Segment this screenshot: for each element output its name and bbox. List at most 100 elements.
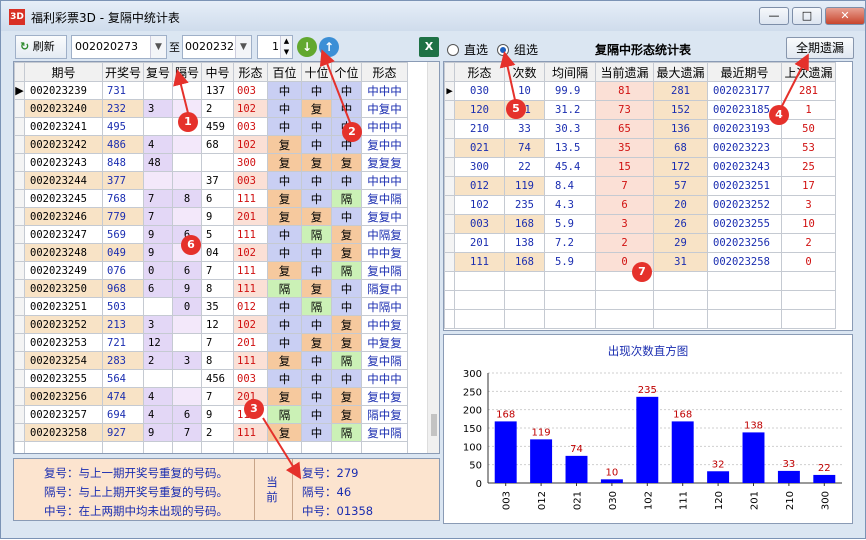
marker-2: 2: [342, 122, 362, 142]
max-missing-cell: 136: [653, 119, 708, 139]
table-row[interactable]: 002023258 927 9 7 2 111 复中隔复中隔: [14, 423, 408, 442]
column-header[interactable]: 最大遗漏: [653, 62, 708, 82]
column-header[interactable]: 开奖号: [102, 62, 144, 82]
radio-off-icon[interactable]: [447, 44, 459, 56]
column-header[interactable]: 百位: [267, 62, 302, 82]
tens-cell: 复: [301, 333, 332, 352]
table-row[interactable]: 102 235 4.3 6 20 002023252 3: [444, 195, 836, 215]
marker-3: 3: [244, 399, 264, 419]
form-stat-grid[interactable]: 形态 次数 均间隔 当前遗漏 最大遗漏 最近期号 上次遗漏 ▶ 030 10 99.9 81 281 0…: [443, 61, 853, 331]
max-missing-cell: 172: [653, 157, 708, 177]
table-row[interactable]: 002023240 232 3 2 102 中复中中复中: [14, 99, 408, 118]
column-header[interactable]: 复号: [143, 62, 173, 82]
table-row[interactable]: 002023250 968 6 9 8 111 隔复中隔复中: [14, 279, 408, 298]
table-row[interactable]: 002023254 283 2 3 8 111 复中隔复中隔: [14, 351, 408, 370]
table-row[interactable]: ▶ 030 10 99.9 81 281 002023177 281: [444, 81, 836, 101]
table-row[interactable]: 002023246 779 7 9 201 复复中复复中: [14, 207, 408, 226]
vertical-scrollbar[interactable]: [427, 62, 439, 453]
form-cell: 030: [454, 81, 505, 101]
hundreds-cell: 隔: [267, 279, 302, 298]
maximize-button[interactable]: □: [792, 7, 822, 25]
column-header[interactable]: 当前遗漏: [595, 62, 654, 82]
avg-interval-cell: 7.2: [544, 233, 596, 253]
close-button[interactable]: ✕: [825, 7, 865, 25]
table-row[interactable]: 300 22 45.4 15 172 002023243 25: [444, 157, 836, 177]
issue-cell: 002023251: [24, 297, 103, 316]
column-header[interactable]: 上次遗漏: [781, 62, 836, 82]
table-row[interactable]: 002023257694469111隔中复隔中复: [14, 405, 408, 424]
empty-cell: [24, 441, 103, 453]
legend-panel: 复号：与上一期开奖号重复的号码。 隔号：与上上期开奖号重复的号码。 中号：在上两…: [13, 458, 440, 521]
tens-cell: 复: [301, 207, 332, 226]
form-code-cell: 300: [233, 153, 268, 172]
excel-export-icon[interactable]: X: [419, 37, 439, 57]
tens-cell: 隔: [301, 297, 332, 316]
table-row[interactable]: 012 119 8.4 7 57 002023251 17: [444, 176, 836, 196]
table-row[interactable]: 002023249 076 0 6 7 111 复中隔复中隔: [14, 261, 408, 280]
column-header[interactable]: 均间隔: [544, 62, 596, 82]
all-missing-button[interactable]: 全期遗漏: [786, 37, 854, 59]
row-selector: [14, 171, 25, 190]
minimize-button[interactable]: —: [759, 7, 789, 25]
column-header[interactable]: 形态: [454, 62, 505, 82]
spinner-arrows-icon[interactable]: ▲ ▼: [280, 36, 292, 58]
column-header[interactable]: 隔号: [172, 62, 202, 82]
column-header[interactable]: 期号: [24, 62, 103, 82]
column-header[interactable]: 个位: [331, 62, 362, 82]
column-header[interactable]: 十位: [301, 62, 332, 82]
table-row[interactable]: 002023252 213 3 12 102 中中复中中复: [14, 315, 408, 334]
table-row[interactable]: 002023247569965111中隔复中隔复: [14, 225, 408, 244]
column-header[interactable]: 最近期号: [707, 62, 782, 82]
gap-number-cell: [172, 315, 202, 334]
table-row[interactable]: 002023243 848 48 300 复复复复复复: [14, 153, 408, 172]
table-row[interactable]: 021 74 13.5 35 68 002023223 53: [444, 138, 836, 158]
table-row[interactable]: 201 138 7.2 2 29 002023256 2: [444, 233, 836, 253]
scrollbar-thumb[interactable]: [431, 414, 437, 436]
refresh-button[interactable]: ↻ 刷新: [15, 35, 67, 59]
gap-number-cell: 8: [172, 189, 202, 208]
count-spinner[interactable]: 1 ▲ ▼: [257, 35, 293, 59]
repeat-number-cell: 3: [143, 315, 173, 334]
from-issue-select[interactable]: 002020273 ▼: [71, 35, 167, 59]
last-issue-cell: 002023177: [707, 81, 782, 101]
chevron-down-icon[interactable]: ▼: [235, 36, 251, 58]
y-tick-label: 300: [463, 369, 482, 380]
table-row[interactable]: 002023255 564 456 003 中中中中中中: [14, 369, 408, 388]
form-text-cell: 复中隔: [361, 189, 408, 208]
count-cell: 168: [504, 214, 545, 234]
table-row[interactable]: 002023244 377 37 003 中中中中中中: [14, 171, 408, 190]
chevron-down-icon[interactable]: ▼: [150, 36, 166, 58]
middle-number-cell: 35: [201, 297, 234, 316]
table-row[interactable]: 002023248 049 9 04 102 中中复中中复: [14, 243, 408, 262]
legend-rep: 复号：与上一期开奖号重复的号码。: [44, 466, 228, 480]
units-cell: 隔: [331, 423, 362, 442]
table-row[interactable]: 003 168 5.9 3 26 002023255 10: [444, 214, 836, 234]
table-row[interactable]: ▶ 002023239 731 137 003 中中中中中中: [14, 81, 408, 100]
arrow-up-icon[interactable]: ↑: [319, 37, 339, 57]
table-row[interactable]: 002023245 768 7 8 6 111 复中隔复中隔: [14, 189, 408, 208]
to-issue-select[interactable]: 002023258 ▼: [182, 35, 252, 59]
radio-direct[interactable]: 直选: [447, 41, 488, 58]
tens-cell: 中: [301, 243, 332, 262]
middle-number-cell: 456: [201, 369, 234, 388]
table-row[interactable]: 002023251 503 0 35 012 中隔中中隔中: [14, 297, 408, 316]
empty-cell: [707, 309, 782, 329]
arrow-down-icon[interactable]: ↓: [297, 37, 317, 57]
gap-number-cell: [172, 369, 202, 388]
table-row[interactable]: 002023256 474 4 7 201 复中复复中复: [14, 387, 408, 406]
radio-group[interactable]: 组选: [497, 41, 538, 58]
radio-on-icon[interactable]: [497, 44, 509, 56]
form-cell: 003: [454, 214, 505, 234]
draw-history-grid[interactable]: 期号 开奖号 复号 隔号 中号 形态 百位 十位 个位 形态 ▶ 002023239 731 137 00…: [13, 61, 440, 454]
row-selector: [14, 351, 25, 370]
table-row[interactable]: 002023253 721 12 7 201 中复复中复复: [14, 333, 408, 352]
previous-missing-cell: 281: [781, 81, 836, 101]
column-header[interactable]: 次数: [504, 62, 545, 82]
toolbar: ↻ 刷新 002020273 ▼ 至 002023258 ▼ 1 ▲ ▼ ↓ ↑ …: [7, 33, 861, 61]
column-header[interactable]: 形态: [361, 62, 408, 82]
column-header[interactable]: 形态: [233, 62, 268, 82]
middle-number-cell: 8: [201, 279, 234, 298]
column-header[interactable]: 中号: [201, 62, 234, 82]
data-label: 235: [638, 385, 657, 396]
max-missing-cell: 281: [653, 81, 708, 101]
